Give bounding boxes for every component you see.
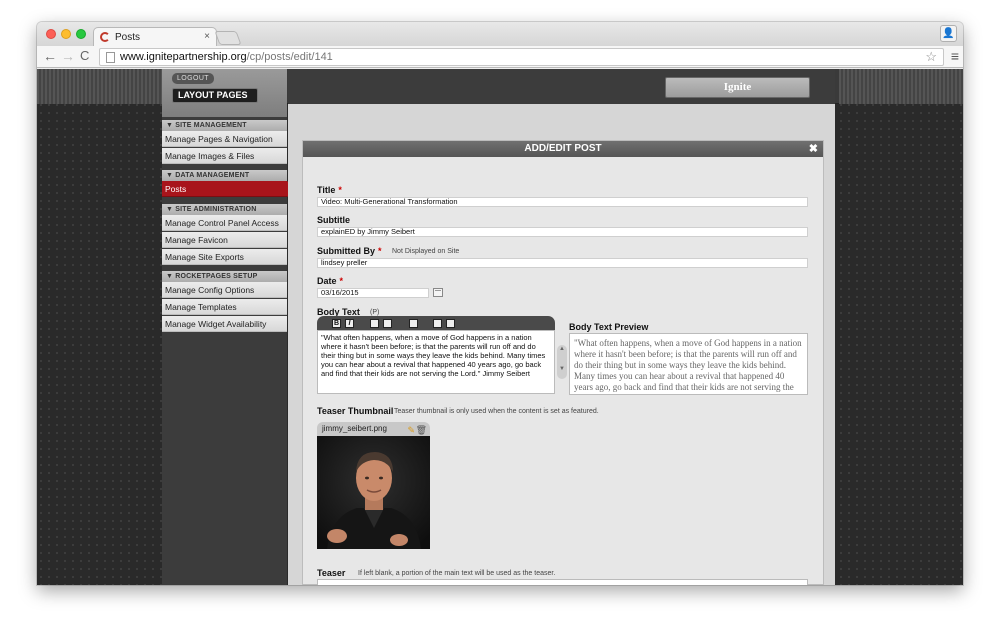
- sidebar: LOGOUT LAYOUT PAGES ▼ SITE MANAGEMENT Ma…: [162, 69, 295, 585]
- required-mark: *: [339, 276, 344, 286]
- new-tab-button[interactable]: [214, 31, 242, 45]
- close-icon[interactable]: ✖: [809, 141, 818, 157]
- edit-pencil-icon[interactable]: ✎: [407, 423, 415, 437]
- sidebar-item-widget-availability[interactable]: Manage Widget Availability: [162, 316, 287, 332]
- numbered-list-icon[interactable]: [383, 319, 392, 328]
- site-favicon-icon: [100, 32, 110, 42]
- page-viewport: Ignite LOGOUT LAYOUT PAGES ▼ SITE MANAGE…: [37, 69, 963, 585]
- tab-strip: Posts × 👤: [37, 22, 963, 47]
- minimize-window-button[interactable]: [61, 29, 71, 39]
- submitted-by-note: Not Displayed on Site: [392, 248, 460, 255]
- sidebar-item-config-options[interactable]: Manage Config Options: [162, 282, 287, 298]
- body-text-editor[interactable]: "What often happens, when a move of God …: [317, 330, 555, 394]
- title-label-text: Title: [317, 185, 336, 195]
- sidebar-item-manage-images[interactable]: Manage Images & Files: [162, 148, 287, 164]
- body-preview-label: Body Text Preview: [569, 322, 649, 332]
- teaser-thumbnail-note: Teaser thumbnail is only used when the c…: [394, 408, 599, 415]
- sidebar-item-templates[interactable]: Manage Templates: [162, 299, 287, 315]
- bookmark-star-icon[interactable]: ☆: [925, 49, 937, 65]
- teaser-thumbnail-label: Teaser Thumbnail: [317, 406, 394, 416]
- speaker-photo: [317, 436, 430, 549]
- layout-pages-button[interactable]: LAYOUT PAGES: [172, 88, 258, 103]
- bullet-list-icon[interactable]: [370, 319, 379, 328]
- sidebar-item-manage-pages[interactable]: Manage Pages & Navigation: [162, 131, 287, 147]
- section-site-management: ▼ SITE MANAGEMENT: [162, 120, 287, 131]
- section-rocketpages-setup: ▼ ROCKETPAGES SETUP: [162, 271, 287, 282]
- required-mark: *: [378, 246, 382, 256]
- panel-header: ADD/EDIT POST ✖: [303, 141, 823, 157]
- url-path: /cp/posts/edit/141: [246, 51, 333, 63]
- thumbnail-file-tab: jimmy_seibert.png ✎ 🗑: [317, 422, 430, 436]
- panel-title: ADD/EDIT POST: [524, 143, 602, 154]
- italic-button[interactable]: I: [345, 319, 354, 328]
- source-code-icon[interactable]: [446, 319, 455, 328]
- maximize-window-button[interactable]: [76, 29, 86, 39]
- scroll-down-icon[interactable]: ▼: [557, 365, 567, 373]
- scroll-up-icon[interactable]: ▲: [557, 345, 567, 353]
- reload-button[interactable]: C: [80, 48, 89, 64]
- url-text: www.ignitepartnership.org/cp/posts/edit/…: [120, 51, 333, 63]
- editor-toolbar: B I: [317, 316, 555, 330]
- forward-button[interactable]: →: [61, 48, 75, 64]
- thumbnail-image: [317, 436, 430, 549]
- profile-icon[interactable]: 👤: [940, 25, 957, 42]
- title-label: Title *: [317, 185, 342, 195]
- required-mark: *: [338, 185, 342, 195]
- subtitle-field[interactable]: explainED by Jimmy Seibert: [317, 227, 808, 237]
- sidebar-item-manage-favicon[interactable]: Manage Favicon: [162, 232, 287, 248]
- submitted-by-label: Submitted By *: [317, 246, 382, 256]
- date-label-text: Date: [317, 276, 337, 286]
- teaser-label: Teaser: [317, 568, 346, 578]
- section-site-administration: ▼ SITE ADMINISTRATION: [162, 204, 287, 215]
- url-host: www.ignitepartnership.org: [120, 51, 247, 63]
- subtitle-label: Subtitle: [317, 215, 350, 225]
- sidebar-item-site-exports[interactable]: Manage Site Exports: [162, 249, 287, 265]
- teaser-note: If left blank, a portion of the main tex…: [358, 570, 556, 577]
- body-text-note: (P): [370, 309, 380, 316]
- teaser-field[interactable]: [317, 579, 808, 585]
- header-decoration-right: [839, 69, 963, 104]
- body-preview: "What often happens, when a move of God …: [569, 333, 808, 395]
- sidebar-item-posts[interactable]: Posts: [162, 181, 295, 197]
- page-icon: [106, 52, 115, 63]
- section-data-management: ▼ DATA MANAGEMENT: [162, 170, 287, 181]
- header-decoration-left: [37, 69, 162, 104]
- tab-close-icon[interactable]: ×: [204, 31, 210, 42]
- browser-window: Posts × 👤 ← → C www.ignitepartnership.or…: [37, 22, 963, 585]
- browser-toolbar: ← → C www.ignitepartnership.org/cp/posts…: [37, 46, 963, 68]
- link-icon[interactable]: [409, 319, 418, 328]
- date-field[interactable]: 03/16/2015: [317, 288, 429, 298]
- title-field[interactable]: Video: Multi-Generational Transformation: [317, 197, 808, 207]
- address-bar[interactable]: www.ignitepartnership.org/cp/posts/edit/…: [99, 48, 944, 66]
- browser-menu-icon[interactable]: ≡: [951, 48, 959, 64]
- scroll-track: [557, 353, 567, 365]
- calendar-icon[interactable]: [433, 288, 443, 297]
- tab-posts[interactable]: Posts ×: [93, 27, 217, 47]
- submitted-by-label-text: Submitted By: [317, 246, 376, 256]
- sidebar-top: LOGOUT LAYOUT PAGES: [162, 69, 287, 117]
- editor-scrollbar[interactable]: ▲ ▼: [557, 345, 567, 379]
- site-name-button[interactable]: Ignite: [665, 77, 810, 98]
- logout-button[interactable]: LOGOUT: [172, 73, 214, 84]
- delete-trash-icon[interactable]: 🗑: [416, 423, 427, 437]
- date-label: Date *: [317, 276, 343, 286]
- undo-icon[interactable]: [433, 319, 442, 328]
- close-window-button[interactable]: [46, 29, 56, 39]
- sidebar-item-control-panel-access[interactable]: Manage Control Panel Access: [162, 215, 287, 231]
- back-button[interactable]: ←: [43, 48, 57, 64]
- submitted-by-field[interactable]: lindsey preller: [317, 258, 808, 268]
- thumbnail-filename: jimmy_seibert.png: [322, 424, 387, 433]
- tab-title: Posts: [115, 32, 141, 43]
- bold-button[interactable]: B: [332, 319, 341, 328]
